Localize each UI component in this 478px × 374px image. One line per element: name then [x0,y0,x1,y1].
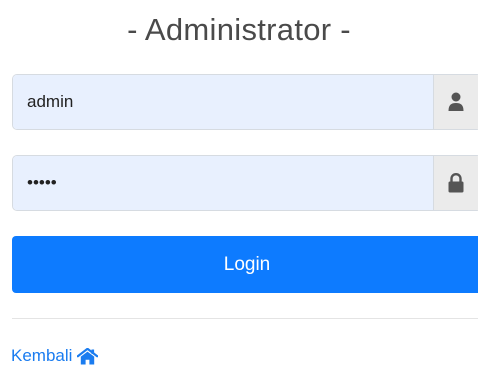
lock-icon [448,173,464,193]
back-link[interactable]: Kembali [11,346,99,366]
user-icon [448,92,464,111]
login-button[interactable]: Login [12,236,478,293]
login-page: - Administrator - Login Kembali [0,0,478,374]
username-addon [433,75,478,129]
username-input[interactable] [13,75,433,129]
page-title: - Administrator - [127,12,351,47]
back-link-label: Kembali [11,346,73,365]
username-field-group [12,74,478,130]
password-input[interactable] [13,156,433,210]
password-addon [433,156,478,210]
home-icon [77,347,99,364]
password-field-group [12,155,478,211]
divider [12,318,478,319]
